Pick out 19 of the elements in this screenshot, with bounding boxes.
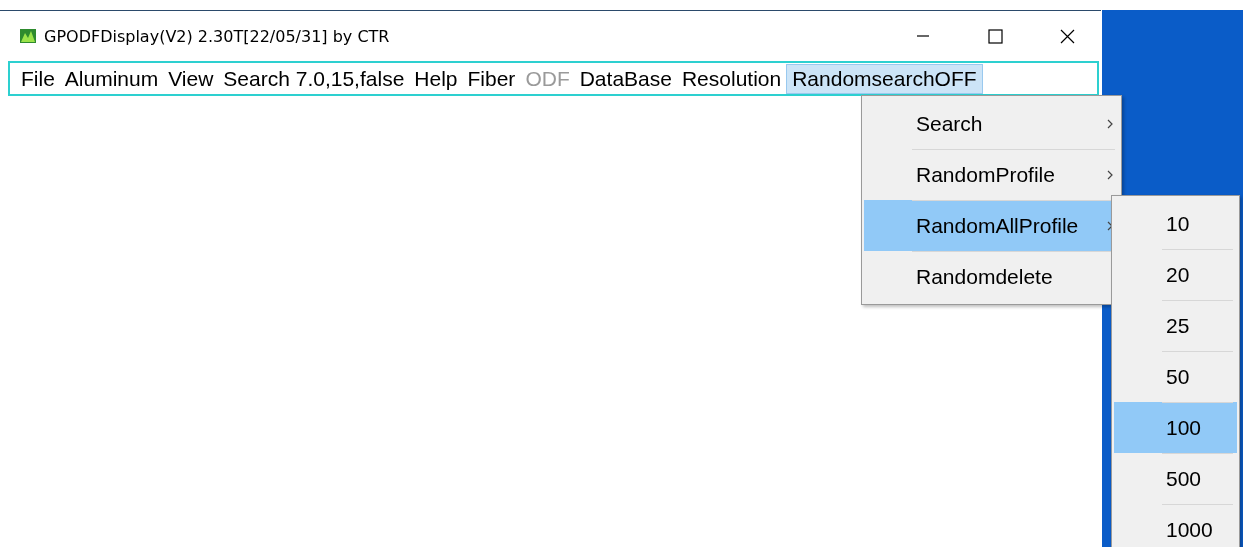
menu-option[interactable]: 1000 [1114,504,1237,547]
menu-item[interactable]: RandomsearchOFF [786,63,983,94]
menu-option[interactable]: 100 [1114,402,1237,453]
menu-item[interactable]: DataBase [574,64,677,93]
app-icon [20,29,36,43]
menu-item[interactable]: Help [409,64,463,93]
menu-item[interactable]: Search 7.0,15,false [218,64,410,93]
menu-item[interactable]: Fiber [462,64,521,93]
menu-option[interactable]: 50 [1114,351,1237,402]
menu-item[interactable]: Aluminum [59,64,164,93]
menu-option[interactable]: 500 [1114,453,1237,504]
window-title: GPODFDisplay(V2) 2.30T[22/05/31] by CTR [44,26,390,46]
menu-item[interactable]: File [16,64,60,93]
menu-item[interactable]: View [163,64,219,93]
menu-option[interactable]: 25 [1114,300,1237,351]
menu-item[interactable]: Resolution [676,64,787,93]
menu-option[interactable]: RandomProfile [864,149,1119,200]
menu-option[interactable]: Search [864,98,1119,149]
menu-option[interactable]: 20 [1114,249,1237,300]
